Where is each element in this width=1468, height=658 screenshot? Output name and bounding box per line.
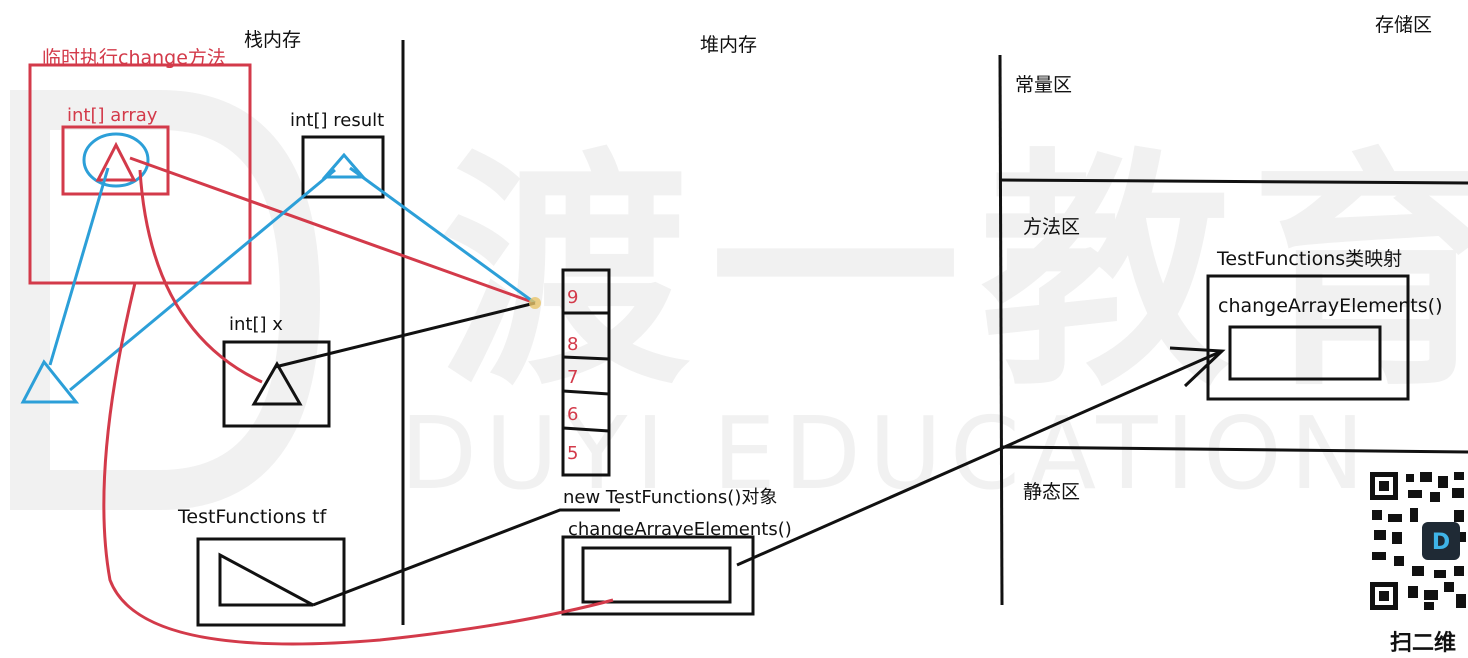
static-area-label: 静态区: [1023, 481, 1081, 503]
array-to-heap-arrow: [129, 156, 536, 305]
frame-to-object-curve: [102, 282, 614, 646]
tf-pointer: [218, 552, 314, 607]
result-label: int[] result: [290, 110, 385, 131]
method-area-label: 方法区: [1023, 216, 1081, 238]
class-mapping-method: changeArrayElements(): [1218, 295, 1443, 317]
heap-object-method: changeArrayeElements(): [568, 519, 792, 540]
constant-area-label: 常量区: [1015, 74, 1073, 96]
qr-code: D: [1368, 470, 1468, 615]
tf-label: TestFunctions tf: [178, 506, 327, 528]
heap-array-value-4: 5: [567, 443, 579, 464]
array-to-x-curve: [138, 169, 263, 384]
result-to-heap-arrow: [349, 166, 536, 305]
stack-memory-label: 栈内存: [244, 29, 302, 51]
temp-frame-label: 临时执行change方法: [42, 47, 226, 69]
array-param-box: [61, 125, 170, 196]
heap-array-value-0: 9: [567, 287, 579, 308]
svg-text:D: D: [1432, 530, 1450, 555]
array-blue-link: [48, 167, 110, 366]
constant-method-divider: [999, 178, 1468, 185]
heap-object-method-slot: [581, 546, 732, 604]
heap-memory-label: 堆内存: [700, 34, 758, 56]
heap-array-value-3: 6: [567, 404, 579, 425]
memory-diagram: D: [10, 40, 1468, 646]
heap-object-title: new TestFunctions()对象: [563, 487, 778, 508]
heap-target-dot: [529, 297, 541, 309]
class-mapping-title: TestFunctions类映射: [1217, 248, 1403, 270]
heap-storage-divider: [998, 54, 1004, 606]
class-mapping-method-slot: [1228, 325, 1382, 381]
method-static-divider: [999, 445, 1468, 454]
qr-caption: 扫二维: [1390, 631, 1457, 656]
object-to-class-arrow: [736, 349, 1223, 567]
heap-array-value-2: 7: [567, 367, 579, 388]
array-param-pointer: [95, 141, 137, 182]
array-param-label: int[] array: [67, 105, 158, 126]
storage-area-label: 存储区: [1375, 14, 1433, 36]
heap-array-value-1: 8: [567, 334, 579, 355]
x-label: int[] x: [229, 314, 283, 335]
